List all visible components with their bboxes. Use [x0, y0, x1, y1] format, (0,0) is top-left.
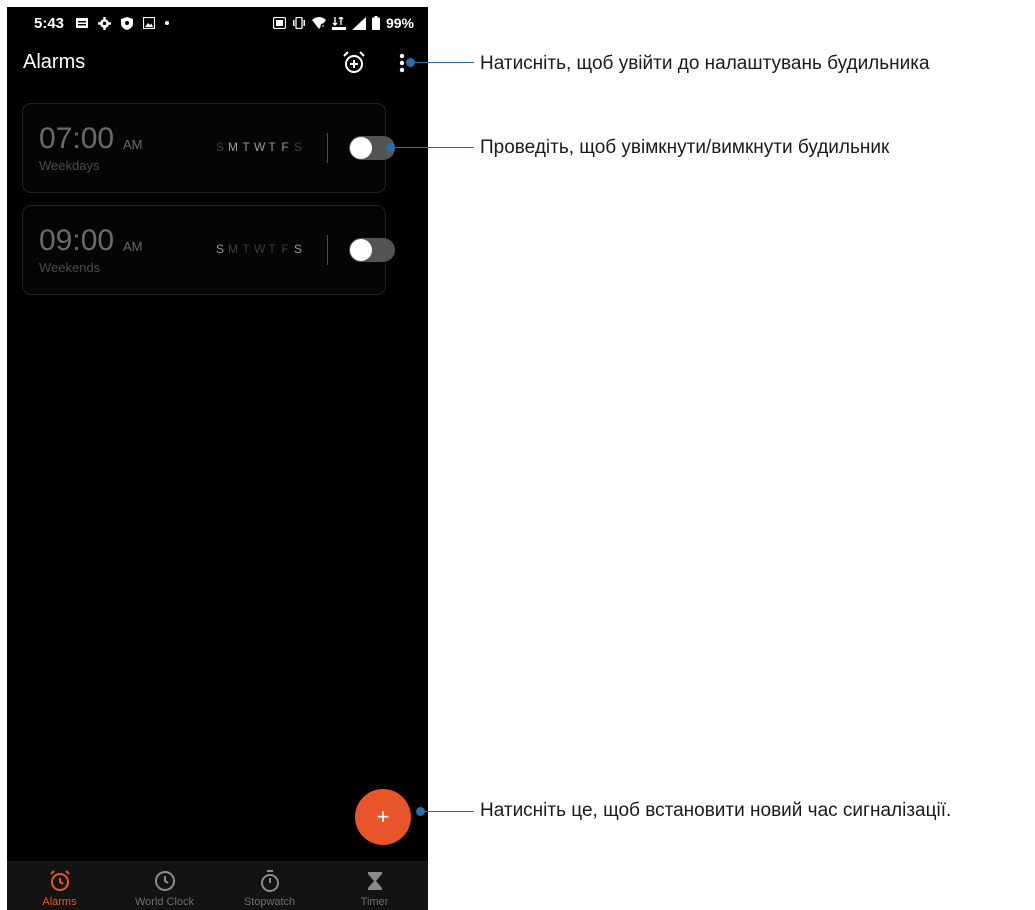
status-right: 99%	[272, 13, 414, 33]
nav-label: Stopwatch	[243, 896, 296, 908]
alarm-card-weekends[interactable]: 09:00 AM Weekends S M T W T F S	[22, 205, 395, 295]
settings-icon	[98, 16, 111, 30]
alarm-ampm: AM	[123, 137, 143, 152]
dot-icon	[165, 21, 169, 25]
status-time: 5:43	[34, 15, 65, 32]
hourglass-icon	[368, 872, 382, 890]
add-alarm-icon[interactable]	[341, 50, 367, 76]
bottom-nav: Alarms World Clock Stopwatch Timer	[7, 861, 428, 910]
add-alarm-fab[interactable]: +	[355, 789, 411, 845]
page-title: Alarms	[23, 51, 86, 73]
callout-toggle: Проведіть, щоб увімкнути/вимкнути будиль…	[480, 137, 890, 158]
nav-label: World Clock	[134, 896, 195, 908]
toggle-knob	[350, 137, 372, 159]
alarm-time: 09:00	[39, 224, 115, 257]
callout-settings: Натисніть, щоб увійти до налаштувань буд…	[480, 53, 930, 74]
alarm-toggle[interactable]	[349, 238, 395, 262]
stopwatch-icon	[261, 870, 279, 892]
tab-world-clock[interactable]: World Clock	[112, 862, 217, 910]
battery-percent: 99%	[385, 15, 414, 31]
status-bar: 5:43 99%	[7, 7, 428, 39]
status-left-icons	[76, 13, 169, 33]
signal-icon	[351, 16, 366, 30]
alarm-time: 07:00	[39, 122, 115, 155]
alarm-clock-icon	[50, 870, 70, 891]
day-monday: M	[228, 242, 238, 256]
day-thursday: T	[268, 140, 276, 154]
alarm-ampm: AM	[123, 239, 143, 254]
day-saturday: S	[293, 242, 302, 256]
alarm-label: Weekdays	[39, 158, 100, 173]
alarm-days: S M T W T F S	[215, 242, 303, 256]
phone-screen: 5:43 99% Alarms 07:00 AM Weekdays S M T …	[7, 7, 428, 910]
day-wednesday: W	[254, 140, 266, 154]
notification-icon	[76, 18, 88, 28]
alarm-card-weekdays[interactable]: 07:00 AM Weekdays S M T W T F S	[22, 103, 395, 193]
tab-stopwatch[interactable]: Stopwatch	[217, 862, 322, 910]
day-sunday: S	[215, 140, 224, 154]
nfc-icon	[272, 17, 286, 29]
tab-timer[interactable]: Timer	[322, 862, 427, 910]
day-monday: M	[228, 140, 238, 154]
callout-line	[414, 62, 474, 63]
nav-label: Timer	[360, 896, 389, 908]
gallery-icon	[143, 17, 155, 29]
callout-line	[424, 811, 474, 812]
nav-label: Alarms	[42, 896, 77, 908]
day-friday: F	[281, 140, 289, 154]
callout-line	[394, 147, 474, 148]
divider	[327, 133, 328, 163]
day-friday: F	[281, 242, 289, 256]
day-tuesday: T	[242, 242, 250, 256]
toggle-knob	[350, 239, 372, 261]
day-wednesday: W	[254, 242, 266, 256]
wifi-icon	[311, 17, 326, 29]
day-tuesday: T	[242, 140, 250, 154]
divider	[327, 235, 328, 265]
clock-icon	[155, 871, 175, 891]
day-saturday: S	[293, 140, 302, 154]
data-icon	[331, 16, 346, 30]
alarm-days: S M T W T F S	[215, 140, 303, 154]
tab-alarms[interactable]: Alarms	[7, 862, 112, 910]
vibrate-icon	[292, 17, 305, 29]
day-thursday: T	[268, 242, 276, 256]
callout-add: Натисніть це, щоб встановити новий час с…	[480, 800, 952, 821]
day-sunday: S	[215, 242, 224, 256]
shield-icon	[121, 16, 133, 30]
battery-icon	[371, 16, 380, 30]
alarm-label: Weekends	[39, 260, 101, 275]
